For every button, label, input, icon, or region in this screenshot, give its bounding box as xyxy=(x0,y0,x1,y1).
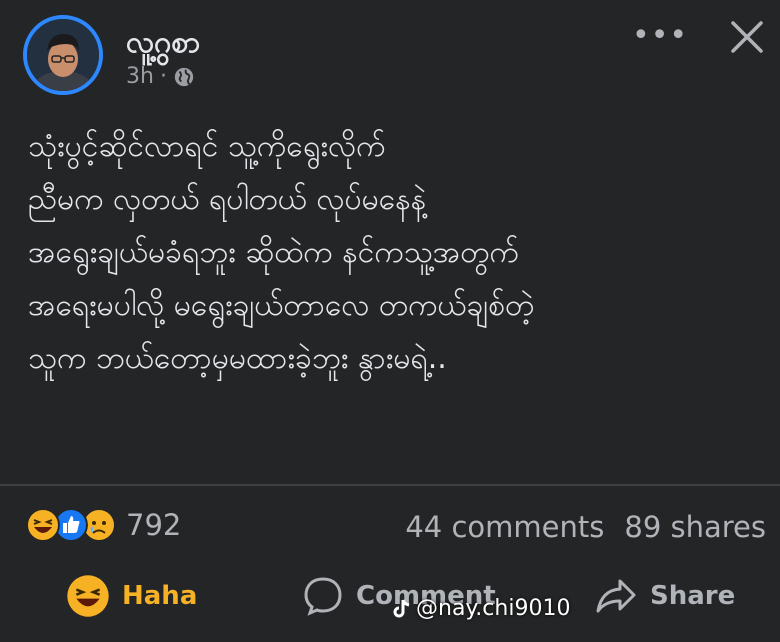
haha-reaction-icon xyxy=(26,508,60,542)
post-meta: 3h · xyxy=(126,64,195,89)
haha-label: Haha xyxy=(122,581,198,611)
close-icon[interactable] xyxy=(728,18,766,56)
haha-button[interactable]: Haha xyxy=(66,568,197,624)
meta-separator: · xyxy=(159,64,167,89)
reaction-summary[interactable]: 792 xyxy=(26,508,181,542)
tiktok-icon xyxy=(393,599,410,617)
watermark-handle: @nay.chi9010 xyxy=(416,596,571,621)
post-line: ညီမက လှတယ် ရပါတယ် လုပ်မနေနဲ့ xyxy=(28,182,427,217)
tiktok-watermark: @nay.chi9010 xyxy=(392,596,570,621)
divider xyxy=(0,484,780,486)
share-icon xyxy=(596,579,636,613)
more-options-button[interactable]: ••• xyxy=(632,18,688,53)
post-header: လူ့ဂွစာ 3h · ••• xyxy=(0,0,780,110)
reaction-count: 792 xyxy=(126,508,182,542)
share-label: Share xyxy=(650,581,736,611)
shares-count[interactable]: 89 shares xyxy=(624,510,766,544)
globe-icon xyxy=(174,67,194,86)
post-line: သုံးပွင့်ဆိုင်လာရင် သူ့ကိုရွေးလိုက် xyxy=(28,129,386,164)
comments-count[interactable]: 44 comments xyxy=(405,510,604,544)
post-line: အရွေးချယ်မခံရဘူး ဆိုထဲက နင်ကသူ့အတွက် xyxy=(28,235,519,270)
avatar[interactable] xyxy=(23,15,103,95)
post-body: သုံးပွင့်ဆိုင်လာရင် သူ့ကိုရွေးလိုက် ညီမက… xyxy=(28,120,768,385)
action-bar: Haha Comment Share xyxy=(0,568,780,628)
post-line: အရေးမပါလို့ မရွေးချယ်တာလေ တကယ်ချစ်တဲ့ xyxy=(28,288,535,323)
share-button[interactable]: Share xyxy=(594,568,735,624)
post-time[interactable]: 3h xyxy=(126,64,154,89)
post-stats: 44 comments 89 shares xyxy=(405,510,766,544)
author-name[interactable]: လူ့ဂွစာ xyxy=(126,22,200,67)
post-line: သူက ဘယ်တော့မှမထားခဲ့ဘူး နွားမရဲ့.. xyxy=(28,341,447,376)
avatar-image xyxy=(27,19,99,91)
comment-icon xyxy=(304,577,342,616)
haha-icon xyxy=(67,575,109,617)
